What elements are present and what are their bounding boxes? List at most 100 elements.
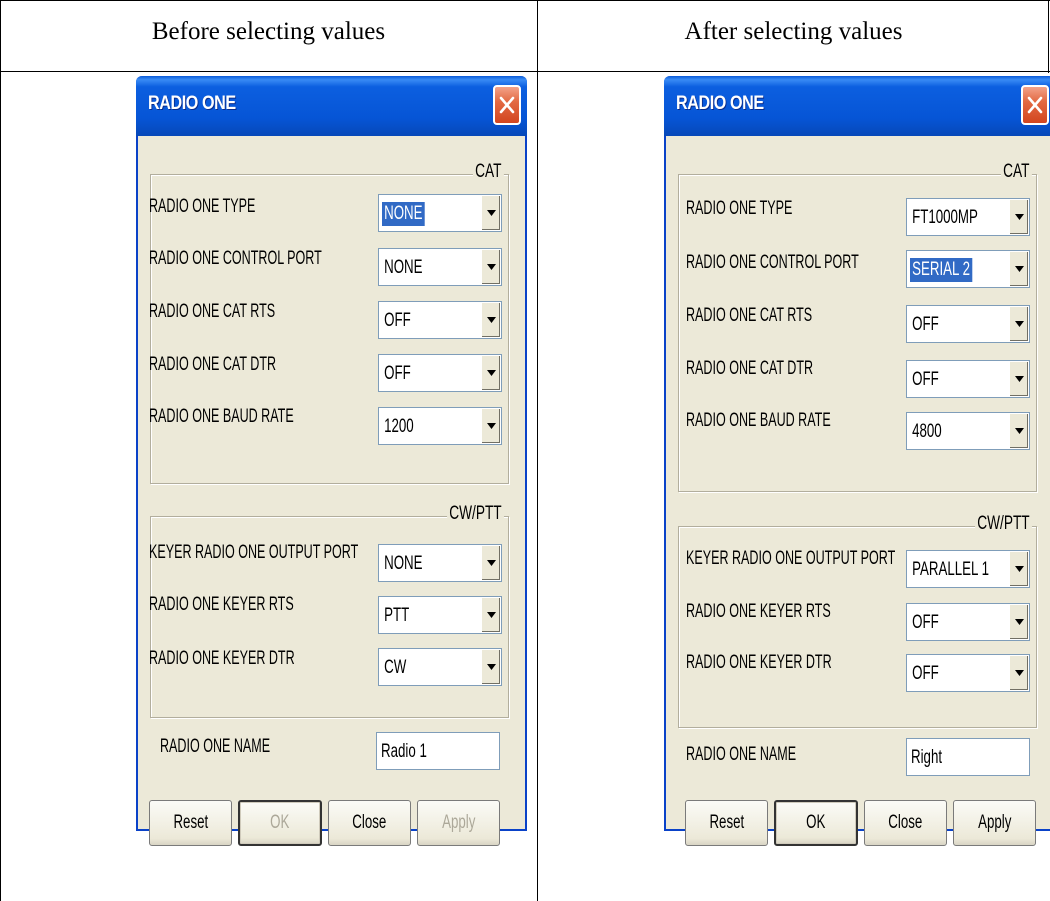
after-baud-rate-chevron-down-icon[interactable] (1009, 414, 1028, 448)
after-control-port-value: SERIAL 2 (910, 258, 973, 282)
after-reset-button[interactable]: Reset (685, 800, 768, 846)
after-cat-group-label: CAT (1001, 161, 1032, 183)
before-keyer-output-port-label: KEYER RADIO ONE OUTPUT PORT (149, 542, 359, 563)
before-keyer-dtr-chevron-down-icon[interactable] (481, 650, 500, 684)
before-keyer-output-port-chevron-down-icon[interactable] (481, 546, 500, 580)
after-reset-label: Reset (709, 812, 744, 833)
after-cwptt-group-label: CW/PTT (975, 513, 1032, 535)
before-control-port-select[interactable]: NONE (378, 248, 502, 286)
before-type-label: RADIO ONE TYPE (149, 196, 256, 217)
after-cat-rts-chevron-down-icon[interactable] (1009, 307, 1028, 341)
before-keyer-output-port-select[interactable]: NONE (378, 544, 502, 582)
before-name-input[interactable]: Radio 1 (376, 732, 500, 770)
table-header-divider (0, 71, 1050, 72)
before-keyer-output-port-value: NONE (384, 553, 423, 574)
before-keyer-rts-label: RADIO ONE KEYER RTS (149, 594, 294, 615)
before-cwptt-group-label: CW/PTT (447, 503, 504, 525)
after-type-label: RADIO ONE TYPE (686, 198, 793, 219)
before-type-select[interactable]: NONE (378, 194, 502, 232)
before-close-button[interactable]: Close (328, 800, 411, 846)
before-baud-rate-select[interactable]: 1200 (378, 407, 502, 445)
after-cat-dtr-chevron-down-icon[interactable] (1009, 362, 1028, 396)
after-keyer-output-port-value: PARALLEL 1 (912, 559, 989, 580)
before-name-label: RADIO ONE NAME (160, 736, 271, 757)
before-titlebar[interactable]: RADIO ONE (136, 76, 527, 136)
after-control-port-label: RADIO ONE CONTROL PORT (686, 252, 859, 273)
after-keyer-output-port-chevron-down-icon[interactable] (1009, 552, 1028, 586)
before-cat-rts-label: RADIO ONE CAT RTS (149, 301, 276, 322)
before-cat-dtr-select[interactable]: OFF (378, 354, 502, 392)
after-close-label: Close (888, 812, 923, 833)
before-baud-rate-value: 1200 (384, 416, 414, 437)
before-baud-rate-chevron-down-icon[interactable] (481, 409, 500, 443)
after-keyer-rts-select[interactable]: OFF (906, 603, 1030, 641)
after-keyer-dtr-label: RADIO ONE KEYER DTR (686, 652, 832, 673)
after-type-value: FT1000MP (912, 207, 978, 228)
after-baud-rate-label: RADIO ONE BAUD RATE (686, 410, 831, 431)
after-cat-rts-select[interactable]: OFF (906, 305, 1030, 343)
after-name-input[interactable]: Right (906, 738, 1030, 776)
after-cat-rts-label: RADIO ONE CAT RTS (686, 305, 813, 326)
after-name-label: RADIO ONE NAME (686, 744, 797, 765)
after-dialog-window: RADIO ONE CAT RADIO ONE TYPE FT1000MP RA… (664, 76, 1050, 846)
after-dialog-title: RADIO ONE (676, 93, 764, 114)
before-type-value: NONE (382, 202, 425, 226)
before-control-port-value: NONE (384, 257, 423, 278)
after-titlebar[interactable]: RADIO ONE (664, 76, 1050, 136)
before-keyer-rts-select[interactable]: PTT (378, 596, 502, 634)
table-border-top (0, 0, 1050, 1)
after-keyer-dtr-value: OFF (912, 663, 939, 684)
after-ok-label: OK (806, 812, 826, 833)
before-control-port-chevron-down-icon[interactable] (481, 250, 500, 284)
after-close-icon[interactable] (1021, 85, 1049, 125)
after-close-button[interactable]: Close (864, 800, 947, 846)
before-apply-label: Apply (441, 812, 476, 833)
before-control-port-label: RADIO ONE CONTROL PORT (149, 248, 322, 269)
after-baud-rate-value: 4800 (912, 421, 942, 442)
before-apply-button[interactable]: Apply (417, 800, 500, 846)
before-keyer-rts-value: PTT (384, 605, 410, 626)
before-cat-dtr-chevron-down-icon[interactable] (481, 356, 500, 390)
before-close-icon[interactable] (493, 85, 521, 125)
after-type-chevron-down-icon[interactable] (1009, 200, 1028, 234)
before-cat-dtr-value: OFF (384, 363, 411, 384)
table-divider-vertical (537, 0, 538, 901)
before-reset-label: Reset (173, 812, 208, 833)
before-header: Before selecting values (151, 18, 386, 45)
after-keyer-dtr-chevron-down-icon[interactable] (1009, 656, 1028, 690)
after-name-value: Right (911, 747, 943, 768)
before-dialog-title: RADIO ONE (148, 93, 236, 114)
after-keyer-rts-label: RADIO ONE KEYER RTS (686, 601, 831, 622)
after-keyer-output-port-label: KEYER RADIO ONE OUTPUT PORT (686, 548, 896, 569)
before-dialog-window: RADIO ONE CAT RADIO ONE TYPE NONE RADIO … (136, 76, 527, 846)
before-baud-rate-label: RADIO ONE BAUD RATE (149, 406, 294, 427)
after-cat-dtr-label: RADIO ONE CAT DTR (686, 358, 814, 379)
after-control-port-select[interactable]: SERIAL 2 (906, 250, 1030, 288)
before-cat-rts-select[interactable]: OFF (378, 301, 502, 339)
after-header: After selecting values (684, 18, 903, 45)
after-type-select[interactable]: FT1000MP (906, 198, 1030, 236)
after-keyer-dtr-select[interactable]: OFF (906, 654, 1030, 692)
before-cat-dtr-label: RADIO ONE CAT DTR (149, 354, 277, 375)
before-keyer-dtr-label: RADIO ONE KEYER DTR (149, 648, 295, 669)
after-control-port-chevron-down-icon[interactable] (1009, 252, 1028, 286)
before-close-label: Close (352, 812, 387, 833)
before-ok-label: OK (270, 812, 290, 833)
before-cat-group-label: CAT (473, 161, 504, 183)
before-type-chevron-down-icon[interactable] (481, 196, 500, 230)
before-cat-rts-value: OFF (384, 310, 411, 331)
before-cat-rts-chevron-down-icon[interactable] (481, 303, 500, 337)
before-reset-button[interactable]: Reset (149, 800, 232, 846)
after-ok-button[interactable]: OK (774, 800, 858, 846)
before-ok-button[interactable]: OK (238, 800, 322, 846)
after-cat-dtr-select[interactable]: OFF (906, 360, 1030, 398)
after-keyer-output-port-select[interactable]: PARALLEL 1 (906, 550, 1030, 588)
after-keyer-rts-value: OFF (912, 612, 939, 633)
table-border-left (0, 0, 1, 901)
after-baud-rate-select[interactable]: 4800 (906, 412, 1030, 450)
before-keyer-rts-chevron-down-icon[interactable] (481, 598, 500, 632)
before-keyer-dtr-select[interactable]: CW (378, 648, 502, 686)
after-apply-button[interactable]: Apply (953, 800, 1036, 846)
before-keyer-dtr-value: CW (384, 657, 407, 678)
after-keyer-rts-chevron-down-icon[interactable] (1009, 605, 1028, 639)
